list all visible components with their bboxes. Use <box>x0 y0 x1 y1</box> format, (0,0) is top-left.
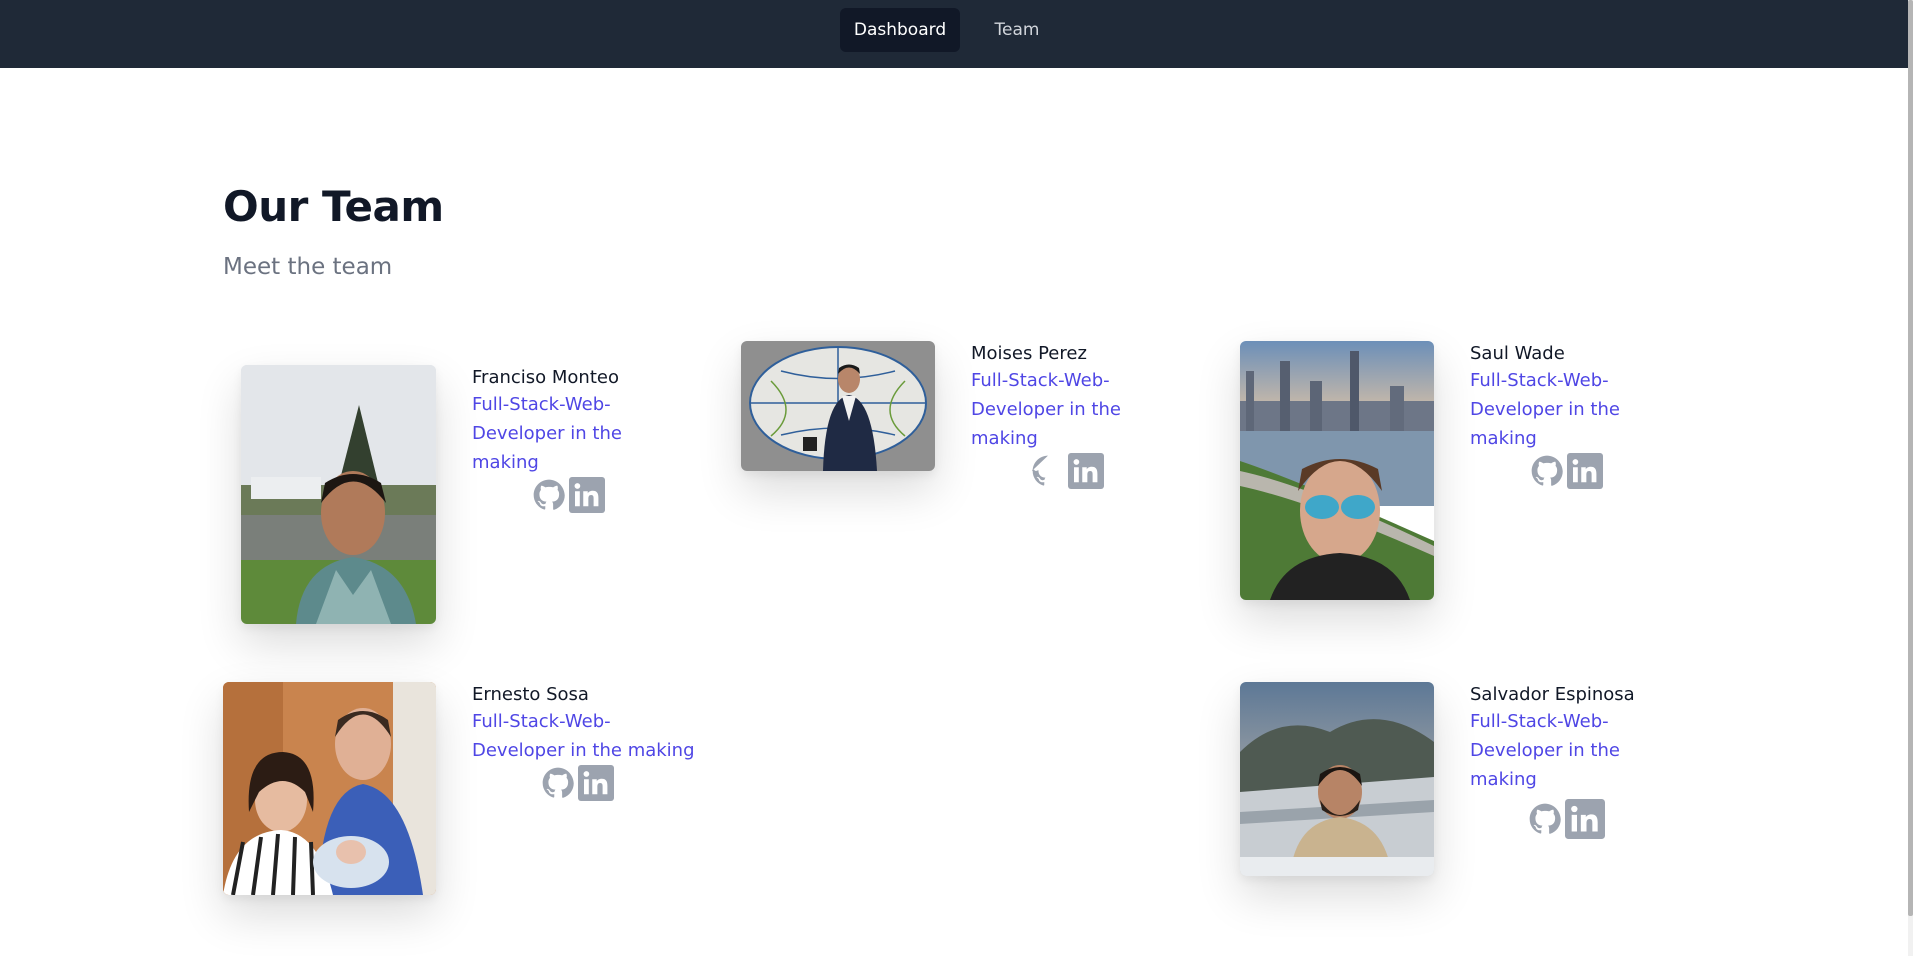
linkedin-icon[interactable] <box>1567 453 1603 489</box>
member-photo-image <box>741 341 935 471</box>
member-photo-image <box>223 682 436 895</box>
member-name: Salvador Espinosa <box>1470 684 1635 705</box>
member-role: Full-Stack-Web-Developer in the making <box>971 370 1121 449</box>
member-name: Saul Wade <box>1470 343 1565 364</box>
member-socials <box>542 765 614 801</box>
github-icon[interactable] <box>1529 803 1561 835</box>
member-photo <box>241 365 436 624</box>
nav-team-button[interactable]: Team <box>982 8 1052 52</box>
github-icon[interactable] <box>533 479 565 511</box>
page-title: Our Team <box>223 182 444 231</box>
member-role: Full-Stack-Web-Developer in the making <box>472 394 622 473</box>
member-role: Full-Stack-Web-Developer in the making <box>1470 370 1620 449</box>
member-socials <box>1032 453 1104 489</box>
github-icon[interactable] <box>542 767 574 799</box>
member-photo-image <box>1240 341 1434 600</box>
github-icon[interactable] <box>1531 455 1563 487</box>
linkedin-icon[interactable] <box>1068 453 1104 489</box>
member-photo <box>1240 341 1434 600</box>
top-navbar: Dashboard Team <box>0 0 1913 68</box>
scrollbar-thumb[interactable] <box>1908 0 1913 916</box>
member-role: Full-Stack-Web-Developer in the making <box>1470 711 1620 790</box>
linkedin-icon[interactable] <box>578 765 614 801</box>
member-photo <box>223 682 436 895</box>
nav-dashboard-button[interactable]: Dashboard <box>840 8 960 52</box>
member-name: Ernesto Sosa <box>472 684 589 705</box>
linkedin-icon[interactable] <box>1565 799 1605 839</box>
member-name: Franciso Monteo <box>472 367 619 388</box>
page-subtitle: Meet the team <box>223 254 393 280</box>
member-photo <box>1240 682 1434 876</box>
member-socials <box>1531 453 1603 489</box>
member-photo <box>741 341 935 471</box>
github-icon[interactable] <box>1032 455 1064 487</box>
member-photo-image <box>1240 682 1434 876</box>
member-photo-image <box>241 365 436 624</box>
member-socials <box>1529 799 1605 839</box>
member-socials <box>533 477 605 513</box>
member-name: Moises Perez <box>971 343 1087 364</box>
linkedin-icon[interactable] <box>569 477 605 513</box>
member-role: Full-Stack-Web-Developer in the making <box>472 711 695 761</box>
